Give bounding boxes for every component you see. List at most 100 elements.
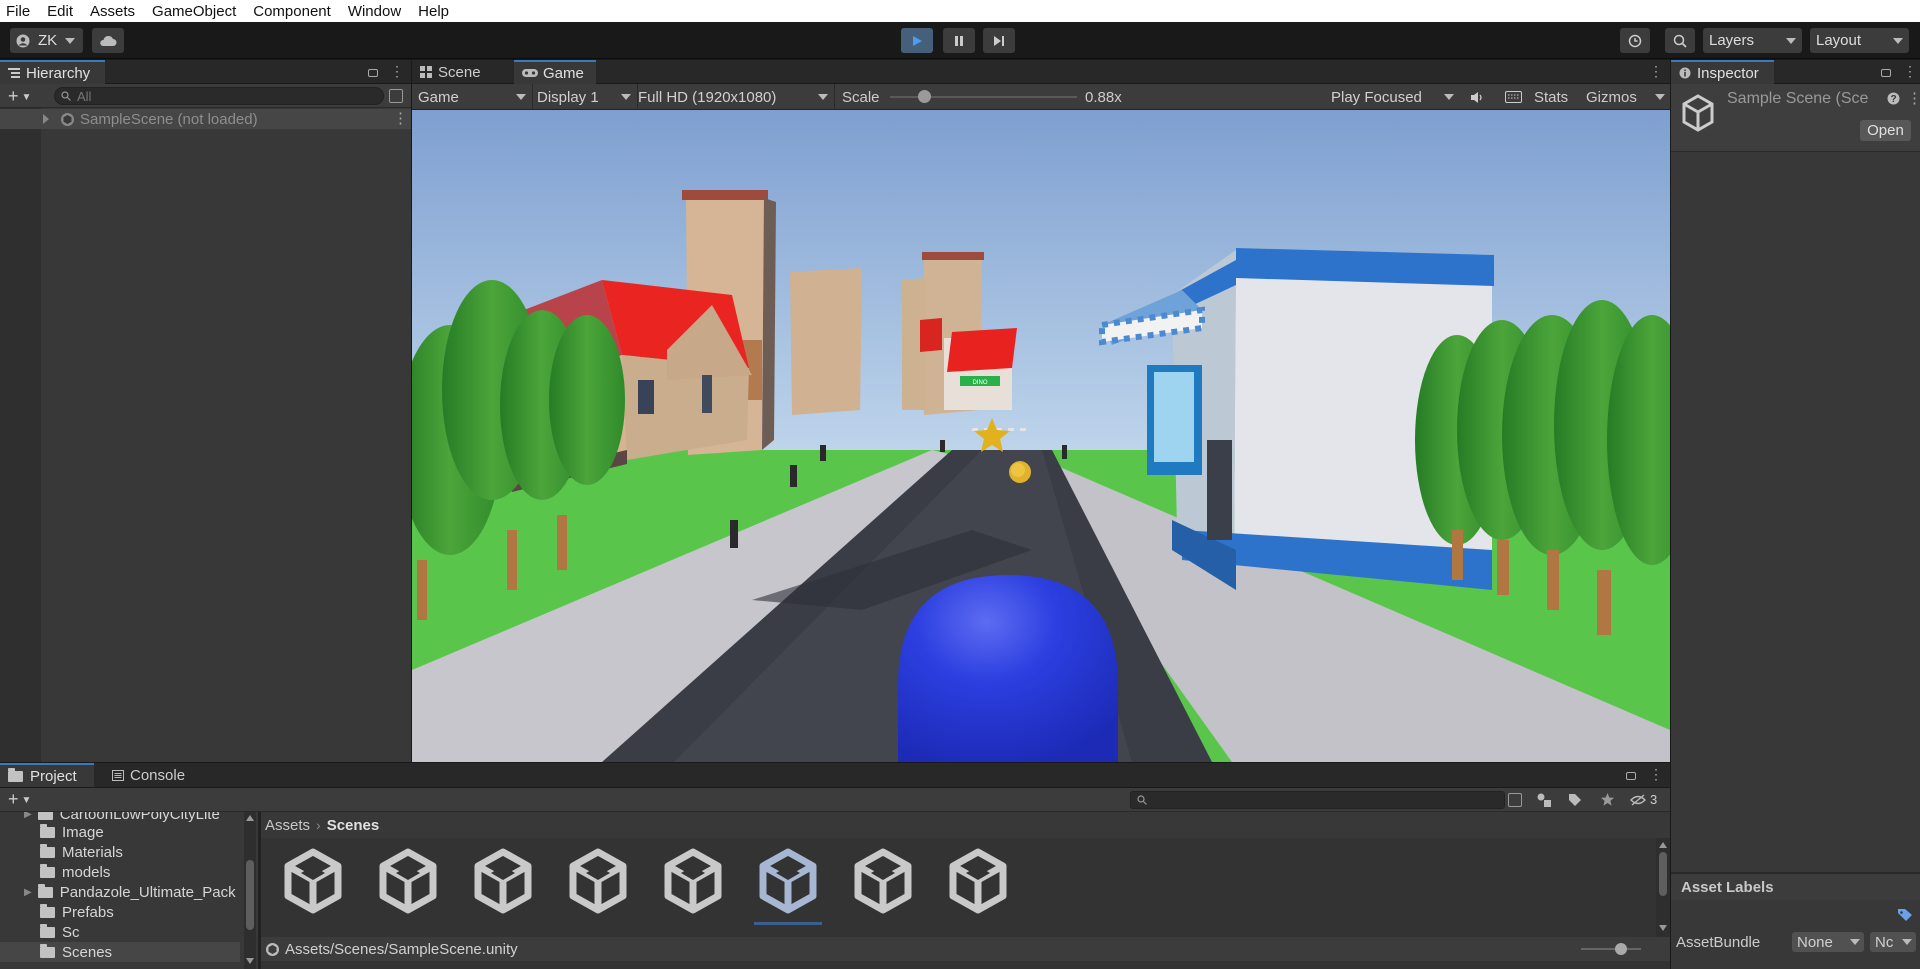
scene-asset-item[interactable] (946, 846, 1010, 918)
chevron-right-icon: › (316, 817, 321, 833)
star-icon[interactable] (1600, 792, 1615, 807)
tree-scrollbar[interactable] (244, 812, 256, 969)
play-focused-dropdown[interactable]: Play Focused (1331, 87, 1458, 107)
unity-scene-asset-icon (949, 848, 1007, 914)
menu-file[interactable]: File (6, 3, 30, 20)
menu-assets[interactable]: Assets (90, 3, 135, 20)
folder-icon (40, 863, 55, 878)
tag-icon[interactable] (1897, 908, 1913, 922)
more-icon[interactable]: ⋮ (1649, 766, 1663, 783)
folder-label: Prefabs (62, 903, 114, 921)
list-icon (8, 68, 20, 78)
tree-scrollbar-thumb[interactable] (246, 860, 254, 930)
breadcrumb-scenes[interactable]: Scenes (327, 817, 380, 834)
display-dropdown[interactable]: Display 1 (537, 87, 635, 107)
folder-item-selected[interactable]: Scenes (0, 942, 240, 962)
lock-icon[interactable] (1881, 69, 1891, 77)
more-icon[interactable]: ⋮ (1649, 63, 1663, 80)
scene-asset-item[interactable] (661, 846, 725, 918)
grid-scrollbar[interactable] (1656, 838, 1670, 937)
history-button[interactable] (1620, 28, 1650, 53)
layout-dropdown[interactable]: Layout (1810, 28, 1909, 53)
project-search-field[interactable] (1130, 791, 1505, 809)
speaker-icon[interactable] (1470, 91, 1485, 104)
assetbundle-variant-value: Nc (1875, 933, 1894, 951)
gizmos-button[interactable]: Gizmos (1586, 89, 1637, 106)
folder-item[interactable]: ▶ Pandazole_Ultimate_Pack (24, 882, 236, 902)
hierarchy-tabbar: Hierarchy ⋮ (0, 60, 411, 84)
tab-project[interactable]: Project (0, 763, 94, 787)
help-icon[interactable]: ? (1887, 92, 1900, 105)
icon-size-slider-thumb[interactable] (1615, 943, 1627, 955)
menu-gameobject[interactable]: GameObject (152, 3, 236, 20)
more-icon[interactable]: ⋮ (1903, 63, 1917, 80)
scene-asset-item[interactable] (754, 846, 822, 925)
lock-icon[interactable] (368, 69, 378, 77)
scene-asset-item[interactable] (376, 846, 440, 918)
folder-item[interactable]: Image (40, 822, 104, 842)
assetbundle-dropdown[interactable]: None (1792, 932, 1864, 952)
chevron-down-icon (1893, 38, 1903, 44)
expand-arrow-icon[interactable] (43, 114, 49, 124)
folder-item[interactable]: Sc (40, 922, 80, 942)
scale-slider[interactable] (890, 90, 1077, 103)
unity-scene-icon (266, 942, 279, 956)
step-button[interactable] (983, 28, 1015, 53)
play-button[interactable] (901, 28, 933, 53)
more-icon[interactable]: ⋮ (393, 109, 408, 127)
tab-hierarchy[interactable]: Hierarchy (0, 60, 105, 84)
search-button[interactable] (1665, 28, 1695, 53)
scale-slider-thumb[interactable] (917, 90, 931, 103)
more-icon[interactable]: ⋮ (390, 63, 404, 80)
folder-item[interactable]: models (40, 862, 110, 882)
lock-icon[interactable] (1626, 772, 1636, 780)
scene-asset-item[interactable] (851, 846, 915, 918)
filter-by-type-icon[interactable] (1536, 792, 1552, 808)
menu-component[interactable]: Component (253, 3, 331, 20)
menu-help[interactable]: Help (418, 3, 449, 20)
label-icon[interactable] (1568, 793, 1582, 807)
tab-inspector[interactable]: Inspector (1671, 60, 1774, 84)
hidden-eye-icon[interactable] (1630, 794, 1646, 806)
hierarchy-search-field[interactable]: All (54, 87, 384, 105)
grid-scrollbar-thumb[interactable] (1659, 852, 1667, 896)
folder-item[interactable]: Materials (40, 842, 123, 862)
account-dropdown[interactable]: ZK (10, 28, 83, 53)
tab-hierarchy-label: Hierarchy (26, 64, 91, 82)
play-icon (913, 35, 922, 46)
add-button[interactable]: + ▼ (8, 86, 31, 107)
stats-button[interactable]: Stats (1534, 89, 1568, 106)
tab-console[interactable]: Console (104, 763, 204, 787)
cloud-icon (100, 35, 117, 46)
tab-console-label: Console (130, 766, 186, 784)
open-button[interactable]: Open (1860, 120, 1911, 141)
gizmos-chevron-down-icon[interactable] (1655, 94, 1665, 100)
folder-icon (40, 923, 55, 938)
tab-scene[interactable]: Scene (412, 60, 510, 84)
layers-dropdown[interactable]: Layers (1703, 28, 1802, 53)
menu-edit[interactable]: Edit (47, 3, 73, 20)
main-toolbar: ZK Layers Layout (0, 22, 1920, 59)
more-icon[interactable]: ⋮ (1907, 89, 1920, 107)
search-by-type-icon[interactable] (1508, 793, 1522, 807)
game-view[interactable]: DINO (412, 110, 1670, 762)
scene-asset-item[interactable] (471, 846, 535, 918)
scene-asset-item[interactable] (566, 846, 630, 918)
assetbundle-variant-dropdown[interactable]: Nc (1870, 932, 1916, 952)
game-mode-dropdown[interactable]: Game (418, 87, 530, 107)
folder-item[interactable]: Prefabs (40, 902, 114, 922)
keyboard-icon[interactable] (1505, 91, 1522, 103)
scene-asset-item[interactable] (281, 846, 345, 918)
tab-game[interactable]: Game (514, 60, 596, 84)
resolution-dropdown[interactable]: Full HD (1920x1080) (638, 87, 832, 107)
icon-size-slider[interactable] (1581, 943, 1641, 955)
breadcrumb-assets[interactable]: Assets (265, 817, 310, 834)
add-asset-button[interactable]: + ▼ (8, 789, 31, 810)
asset-grid (261, 838, 1655, 937)
pause-button[interactable] (943, 28, 975, 53)
menu-window[interactable]: Window (348, 3, 401, 20)
cloud-button[interactable] (92, 28, 124, 53)
player-capsule (898, 575, 1118, 762)
scene-picker-icon[interactable] (389, 89, 403, 103)
hierarchy-row-samplescene[interactable]: SampleScene (not loaded) ⋮ (0, 109, 411, 129)
